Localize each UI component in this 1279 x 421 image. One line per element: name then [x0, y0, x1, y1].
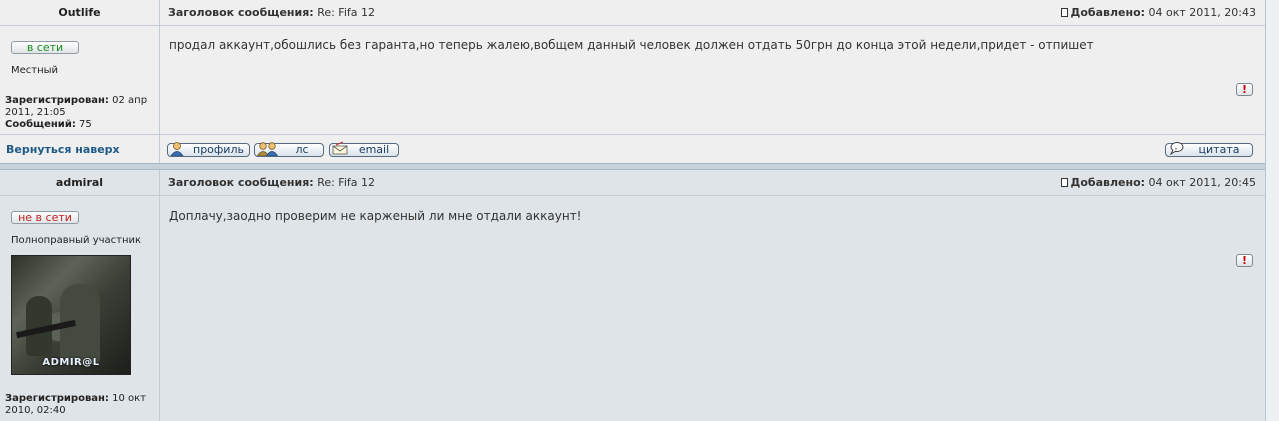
post-header: Outlife Заголовок сообщения: Re: Fifa 12… [0, 0, 1265, 26]
user-details: Зарегистрирован: 02 апр 2011, 21:05 Сооб… [5, 95, 155, 131]
users-icon [257, 142, 278, 156]
subject-label: Заголовок сообщения: [168, 176, 314, 189]
email-button[interactable]: email [329, 141, 399, 157]
back-to-top-link[interactable]: Вернуться наверх [6, 135, 120, 164]
online-status-badge: в сети [11, 41, 79, 54]
post-author[interactable]: Outlife [0, 0, 159, 25]
messages-value: 75 [79, 119, 92, 130]
registered-label: Зарегистрирован: [5, 95, 109, 106]
column-divider [159, 170, 160, 421]
report-button[interactable]: ! [1236, 254, 1253, 267]
registered-label: Зарегистрирован: [5, 393, 109, 404]
post-link-icon[interactable] [1060, 8, 1068, 17]
report-button[interactable]: ! [1236, 83, 1253, 96]
post-body: продал аккаунт,обошлись без гаранта,но т… [169, 38, 1094, 52]
post-admiral: admiral Заголовок сообщения: Re: Fifa 12… [0, 170, 1265, 421]
user-rank: Местный [11, 65, 59, 76]
subject-value: Re: Fifa 12 [317, 6, 375, 19]
quote-button[interactable]: „ цитата [1165, 142, 1253, 157]
added-value: 04 окт 2011, 20:45 [1148, 176, 1256, 189]
post-footer: Вернуться наверх профиль лс email „ цита… [0, 134, 1265, 164]
svg-text:„: „ [1175, 144, 1178, 151]
user-rank: Полноправный участник [11, 235, 142, 246]
messages-label: Сообщений: [5, 119, 76, 130]
profile-button[interactable]: профиль [167, 142, 250, 157]
post-header: admiral Заголовок сообщения: Re: Fifa 12… [0, 170, 1265, 196]
email-label: email [358, 143, 390, 156]
pm-label: лс [295, 143, 309, 156]
envelope-icon [332, 141, 348, 155]
subject-label: Заголовок сообщения: [168, 6, 314, 19]
speech-bubble-icon: „ [1169, 142, 1184, 156]
post-date: Добавлено: 04 окт 2011, 20:43 [1060, 0, 1256, 25]
post-body: Доплачу,заодно проверим не карженый ли м… [169, 209, 582, 223]
subject-value: Re: Fifa 12 [317, 176, 375, 189]
post-author[interactable]: admiral [0, 170, 159, 195]
post-outlife: Outlife Заголовок сообщения: Re: Fifa 12… [0, 0, 1265, 163]
quote-label: цитата [1198, 143, 1240, 156]
profile-label: профиль [193, 143, 244, 156]
post-link-icon[interactable] [1060, 178, 1068, 187]
user-icon [170, 142, 184, 156]
added-label: Добавлено: [1070, 6, 1146, 19]
offline-status-badge: не в сети [11, 211, 79, 224]
topic-view: Outlife Заголовок сообщения: Re: Fifa 12… [0, 0, 1266, 421]
user-details: Зарегистрирован: 10 окт 2010, 02:40 [5, 393, 155, 417]
post-subject: Заголовок сообщения: Re: Fifa 12 [168, 170, 375, 195]
added-value: 04 окт 2011, 20:43 [1148, 6, 1256, 19]
post-separator [0, 163, 1265, 170]
pm-button[interactable]: лс [254, 142, 324, 157]
post-date: Добавлено: 04 окт 2011, 20:45 [1060, 170, 1256, 195]
post-subject: Заголовок сообщения: Re: Fifa 12 [168, 0, 375, 25]
added-label: Добавлено: [1070, 176, 1146, 189]
user-avatar: ADMIR@L [11, 255, 131, 375]
avatar-caption: ADMIR@L [42, 357, 100, 368]
